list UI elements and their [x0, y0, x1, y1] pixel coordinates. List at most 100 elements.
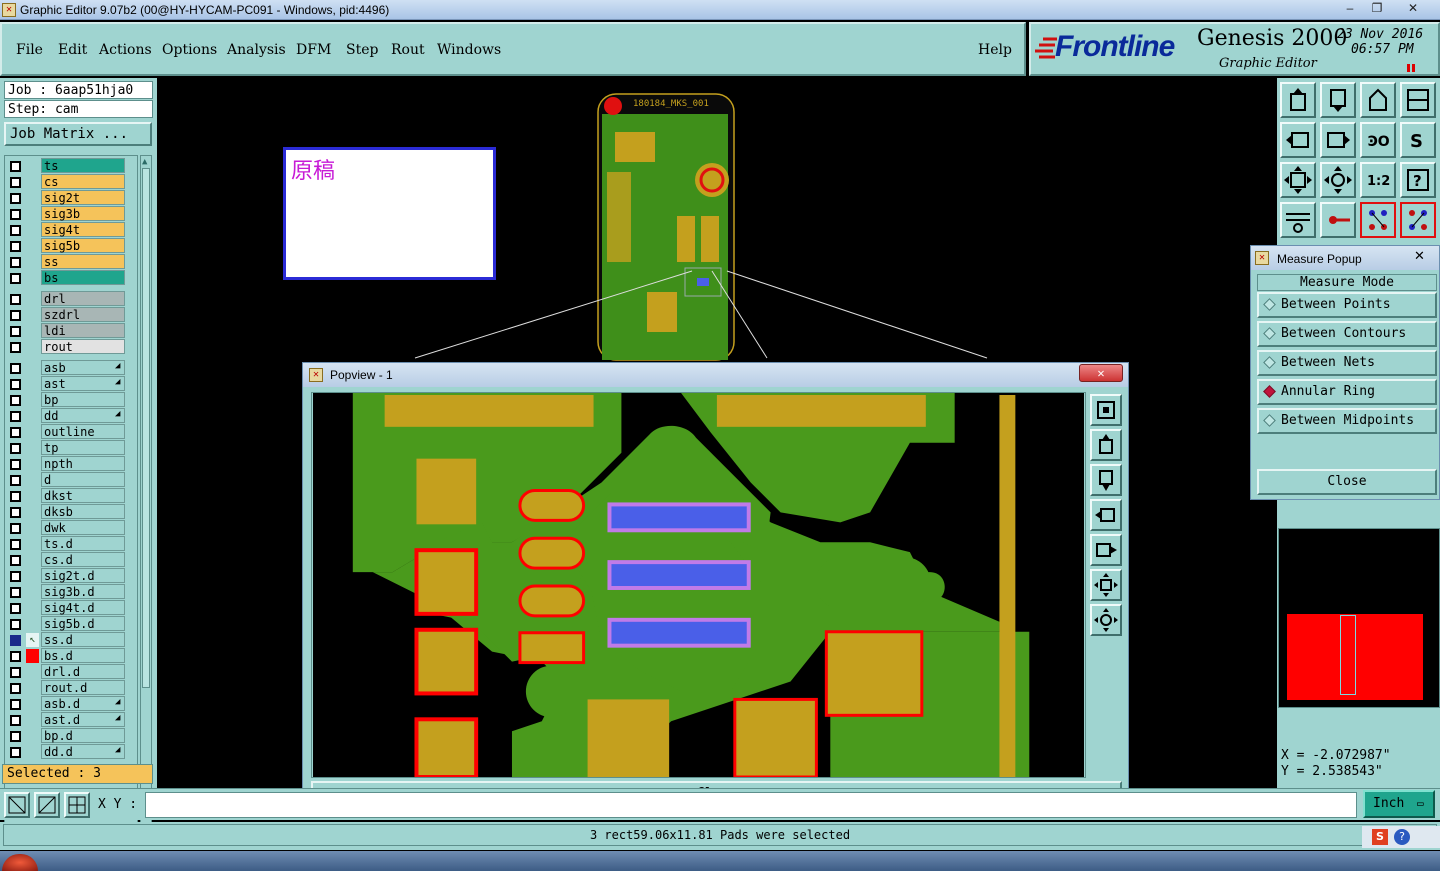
mode-between-nets[interactable]: Between Nets — [1257, 350, 1437, 376]
layer-checkbox[interactable] — [10, 731, 21, 742]
snap-icon[interactable] — [4, 792, 30, 818]
popview-canvas[interactable] — [311, 392, 1086, 778]
layer-row[interactable]: sig5b — [7, 238, 127, 254]
layer-row[interactable]: bs — [7, 270, 127, 286]
layer-row[interactable]: cs — [7, 174, 127, 190]
xy-input[interactable] — [145, 792, 1357, 818]
layer-checkbox[interactable] — [10, 587, 21, 598]
menu-dfm[interactable]: DFM — [296, 42, 331, 58]
layer-checkbox[interactable] — [10, 555, 21, 566]
layer-checkbox[interactable] — [10, 443, 21, 454]
layer-checkbox[interactable] — [10, 273, 21, 284]
layer-row[interactable]: sig2t — [7, 190, 127, 206]
layer-checkbox[interactable] — [10, 571, 21, 582]
layer-checkbox[interactable] — [10, 619, 21, 630]
layer-checkbox[interactable] — [10, 193, 21, 204]
layer-row[interactable]: sig3b.d — [7, 584, 127, 600]
layer-row[interactable]: bs.d — [7, 648, 127, 664]
menu-file[interactable]: File — [16, 42, 43, 58]
mode-between-points[interactable]: Between Points — [1257, 292, 1437, 318]
units-select[interactable]: Inch ▭ — [1363, 790, 1435, 818]
layer-checkbox[interactable] — [10, 491, 21, 502]
layer-row[interactable]: asb ◢ — [7, 360, 127, 376]
layer-row[interactable]: szdrl — [7, 307, 127, 323]
popview-fit-icon[interactable] — [1090, 569, 1122, 601]
popview-right-icon[interactable] — [1090, 534, 1122, 566]
layer-checkbox[interactable] — [10, 363, 21, 374]
layer-checkbox[interactable] — [10, 699, 21, 710]
layer-checkbox[interactable] — [10, 395, 21, 406]
grid-icon[interactable] — [64, 792, 90, 818]
layer-checkbox[interactable] — [10, 507, 21, 518]
layer-checkbox[interactable] — [10, 209, 21, 220]
split-view-icon[interactable] — [1400, 82, 1436, 118]
layer-row[interactable]: ss — [7, 254, 127, 270]
move-left-icon[interactable] — [1280, 122, 1316, 158]
restore-button[interactable]: ❐ — [1362, 0, 1392, 18]
scroll-up-icon[interactable]: ▲ — [142, 157, 150, 167]
overview-panel[interactable] — [1278, 528, 1440, 708]
layer-scrollbar[interactable]: ▲ ▼ — [140, 155, 152, 837]
layer-row[interactable]: sig5b.d — [7, 616, 127, 632]
layer-checkbox[interactable] — [10, 603, 21, 614]
layer-row[interactable]: ts.d — [7, 536, 127, 552]
layer-checkbox[interactable] — [10, 459, 21, 470]
popview-close-icon[interactable]: ✕ — [1079, 364, 1123, 382]
layer-row[interactable]: dkst — [7, 488, 127, 504]
menu-step[interactable]: Step — [346, 42, 378, 58]
layer-checkbox[interactable] — [10, 523, 21, 534]
layer-checkbox[interactable] — [10, 241, 21, 252]
layer-checkbox[interactable] — [10, 683, 21, 694]
tray-help-icon[interactable]: ? — [1394, 829, 1410, 845]
tray-s-icon[interactable]: S — [1372, 829, 1388, 845]
menu-analysis[interactable]: Analysis — [227, 42, 286, 58]
layer-row[interactable]: sig4t — [7, 222, 127, 238]
measure-close-icon[interactable]: ✕ — [1414, 248, 1425, 264]
layer-checkbox[interactable] — [10, 667, 21, 678]
menu-rout[interactable]: Rout — [391, 42, 425, 58]
layer-row[interactable]: rout — [7, 339, 127, 355]
layer-checkbox[interactable] — [10, 747, 21, 758]
zoom-fit-icon[interactable] — [1320, 162, 1356, 198]
layer-checkbox[interactable] — [10, 635, 21, 646]
layer-checkbox[interactable] — [10, 342, 21, 353]
close-window-button[interactable]: ✕ — [1398, 0, 1428, 18]
help-query-icon[interactable]: ? — [1400, 162, 1436, 198]
layer-row[interactable]: dksb — [7, 504, 127, 520]
layer-checkbox[interactable] — [10, 310, 21, 321]
move-right-icon[interactable] — [1320, 122, 1356, 158]
scroll-thumb[interactable] — [142, 168, 150, 688]
layer-row[interactable]: ast.d ◢ — [7, 712, 127, 728]
net-highlight-icon[interactable] — [1400, 202, 1436, 238]
layer-checkbox[interactable] — [10, 379, 21, 390]
popview-up-icon[interactable] — [1090, 429, 1122, 461]
popview-down-icon[interactable] — [1090, 464, 1122, 496]
layer-row[interactable]: ast ◢ — [7, 376, 127, 392]
measure-close-button[interactable]: Close — [1257, 469, 1437, 495]
layer-row[interactable]: ts — [7, 158, 127, 174]
layer-checkbox[interactable] — [10, 294, 21, 305]
layer-checkbox[interactable] — [10, 161, 21, 172]
move-up-icon[interactable] — [1280, 82, 1316, 118]
minimize-button[interactable]: – — [1335, 0, 1365, 18]
layer-checkbox[interactable] — [10, 475, 21, 486]
layer-checkbox[interactable] — [10, 651, 21, 662]
layer-row[interactable]: npth — [7, 456, 127, 472]
layer-checkbox[interactable] — [10, 427, 21, 438]
layer-row[interactable]: drl.d — [7, 664, 127, 680]
tool-settings-icon[interactable] — [1280, 202, 1316, 238]
layer-row[interactable]: cs.d — [7, 552, 127, 568]
layer-checkbox[interactable] — [10, 177, 21, 188]
layer-checkbox[interactable] — [10, 715, 21, 726]
fit-view-icon[interactable] — [1280, 162, 1316, 198]
scale-1-2-icon[interactable]: 1:2 — [1360, 162, 1396, 198]
mirror-icon[interactable]: S — [1400, 122, 1436, 158]
layer-checkbox[interactable] — [10, 411, 21, 422]
layer-row[interactable]: rout.d — [7, 680, 127, 696]
layer-row[interactable]: bp.d — [7, 728, 127, 744]
menu-windows[interactable]: Windows — [437, 42, 501, 58]
home-view-icon[interactable] — [1360, 82, 1396, 118]
layer-row[interactable]: ldi — [7, 323, 127, 339]
layer-checkbox[interactable] — [10, 326, 21, 337]
popview-center-icon[interactable] — [1090, 604, 1122, 636]
